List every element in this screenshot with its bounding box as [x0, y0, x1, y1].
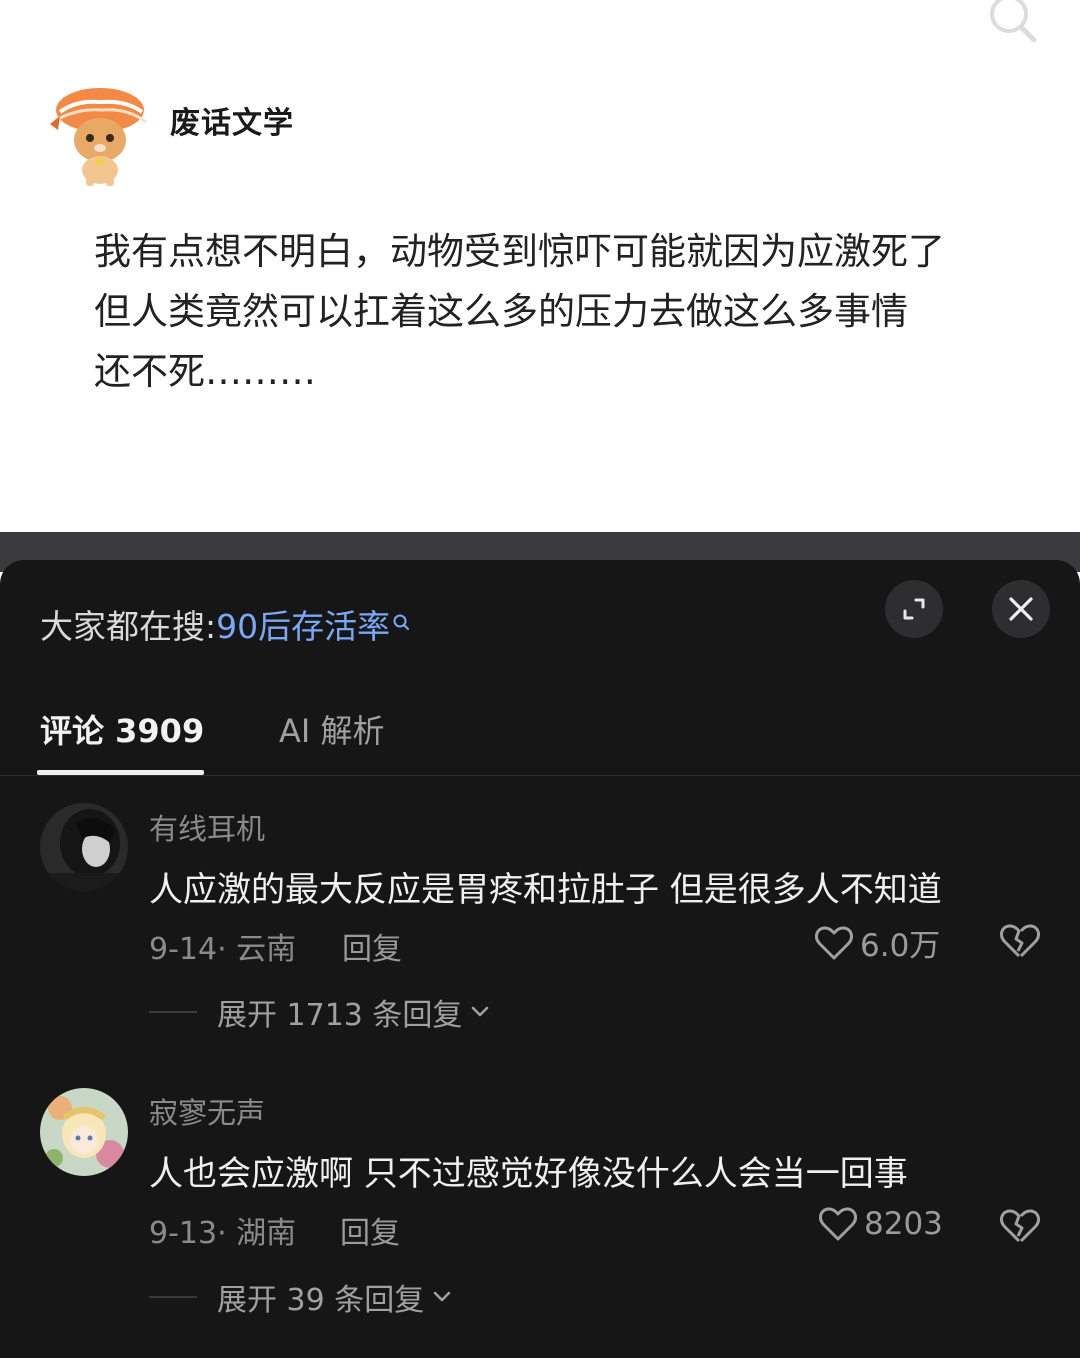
expand-button[interactable] [885, 580, 943, 638]
avatar[interactable] [40, 1088, 128, 1176]
heart-icon [819, 1207, 857, 1241]
like-count: 6.0万 [860, 928, 941, 964]
hot-search-prefix: 大家都在搜: [40, 607, 217, 646]
divider [149, 1296, 197, 1298]
broken-heart-icon [1000, 924, 1040, 958]
chevron-down-icon [472, 1006, 489, 1017]
divider [0, 775, 1080, 776]
avatar[interactable] [40, 803, 128, 891]
comment-username[interactable]: 有线耳机 [149, 806, 265, 848]
post-line: 但人类竟然可以扛着这么多的压力去做这么多事情 [94, 290, 908, 333]
reply-button[interactable]: 回复 [342, 924, 402, 968]
comment-text[interactable]: 人应激的最大反应是胃疼和拉肚子 但是很多人不知道 [149, 862, 942, 911]
post-card: 废话文学 我有点想不明白，动物受到惊吓可能就因为应激死了 但人类竟然可以扛着这么… [0, 0, 1080, 532]
comment-date-location: 9-14· 云南 [149, 932, 297, 967]
close-icon [1009, 597, 1033, 621]
broken-heart-icon [1000, 1209, 1040, 1243]
like-count: 8203 [864, 1206, 943, 1242]
expand-replies-label: 展开 39 条回复 [217, 1283, 425, 1318]
comment-username[interactable]: 寂寥无声 [149, 1090, 265, 1132]
search-icon[interactable] [982, 0, 1042, 46]
author-avatar[interactable] [46, 82, 152, 188]
like-button[interactable]: 6.0万 [814, 920, 940, 965]
heart-icon [815, 925, 853, 959]
post-body: 我有点想不明白，动物受到惊吓可能就因为应激死了 但人类竟然可以扛着这么多的压力去… [94, 222, 994, 402]
chevron-down-icon [433, 1291, 451, 1302]
expand-replies[interactable]: 展开 39 条回复 [149, 1275, 452, 1319]
divider [149, 1011, 197, 1013]
author-name[interactable]: 废话文学 [170, 98, 294, 142]
comment-text[interactable]: 人也会应激啊 只不过感觉好像没什么人会当一回事 [149, 1146, 908, 1195]
hot-search-keyword[interactable]: 90后存活率 [216, 607, 390, 646]
hot-search-bar[interactable]: 大家都在搜:90后存活率 [40, 600, 412, 648]
dislike-button[interactable] [998, 921, 1040, 961]
dislike-button[interactable] [998, 1206, 1040, 1246]
like-button[interactable]: 8203 [818, 1205, 943, 1243]
comment-date-location: 9-13· 湖南 [149, 1216, 297, 1251]
expand-replies[interactable]: 展开 1713 条回复 [149, 990, 490, 1034]
tab-ai-analysis[interactable]: AI 解析 [279, 706, 385, 752]
tab-comments[interactable]: 评论 3909 [40, 706, 204, 752]
expand-icon [903, 598, 925, 620]
post-line: 还不死……… [94, 350, 316, 393]
reply-button[interactable]: 回复 [340, 1208, 400, 1252]
post-line: 我有点想不明白，动物受到惊吓可能就因为应激死了 [94, 230, 945, 273]
search-icon [392, 602, 412, 641]
close-button[interactable] [992, 580, 1050, 638]
expand-replies-label: 展开 1713 条回复 [217, 998, 463, 1033]
